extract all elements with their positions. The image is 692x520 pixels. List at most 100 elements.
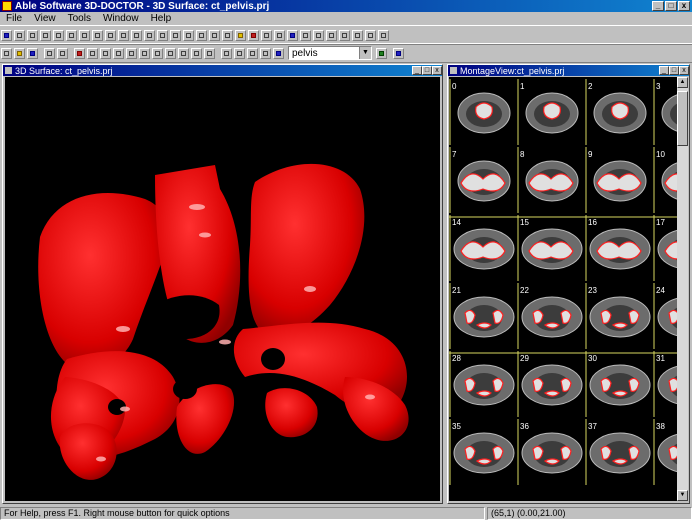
- montage-slice[interactable]: 36: [517, 419, 583, 485]
- volume-icon[interactable]: [100, 47, 111, 59]
- cut-icon[interactable]: [44, 47, 55, 59]
- child-maximize-button[interactable]: □: [422, 66, 432, 75]
- montage-slice[interactable]: 24: [653, 283, 678, 349]
- tool-move-icon[interactable]: [66, 29, 77, 41]
- menu-tools[interactable]: Tools: [62, 13, 97, 24]
- vertical-scrollbar[interactable]: ▲ ▼: [677, 77, 688, 501]
- montage-slice[interactable]: 17: [653, 215, 678, 281]
- montage-slice[interactable]: 31: [653, 351, 678, 417]
- montage-slice[interactable]: 22: [517, 283, 583, 349]
- animate-icon[interactable]: [247, 47, 258, 59]
- montage-slice[interactable]: 16: [585, 215, 651, 281]
- scroll-thumb[interactable]: [677, 91, 688, 146]
- tool-calc-icon[interactable]: [300, 29, 311, 41]
- layer-icon[interactable]: [273, 47, 284, 59]
- reset-view-icon[interactable]: [191, 47, 202, 59]
- tool-grid-icon[interactable]: [261, 29, 272, 41]
- tool-delete-icon[interactable]: [183, 29, 194, 41]
- copy-icon[interactable]: [57, 47, 68, 59]
- tool-flip-icon[interactable]: [92, 29, 103, 41]
- montage-slice[interactable]: 15: [517, 215, 583, 281]
- montage-slice[interactable]: 35: [449, 419, 515, 485]
- montage-slice[interactable]: 29: [517, 351, 583, 417]
- montage-slice[interactable]: 3: [653, 79, 678, 145]
- montage-slice[interactable]: 38: [653, 419, 678, 485]
- tool-measure-icon[interactable]: [118, 29, 129, 41]
- tool-stack-icon[interactable]: [352, 29, 363, 41]
- save-disk-icon[interactable]: [27, 47, 38, 59]
- rotate-up-icon[interactable]: [139, 47, 150, 59]
- menu-file[interactable]: File: [0, 13, 28, 24]
- app-icon[interactable]: [2, 1, 12, 11]
- montage-slice[interactable]: 2: [585, 79, 647, 145]
- rotate-down-icon[interactable]: [152, 47, 163, 59]
- montage-close-button[interactable]: x: [679, 66, 689, 75]
- arrow-up-icon[interactable]: [178, 47, 189, 59]
- montage-minimize-button[interactable]: _: [659, 66, 669, 75]
- rotate-right-icon[interactable]: [126, 47, 137, 59]
- montage-slice[interactable]: 1: [517, 79, 579, 145]
- help-pointer-icon[interactable]: [393, 47, 404, 59]
- object-settings-icon[interactable]: [376, 47, 387, 59]
- tool-zoom-in-icon[interactable]: [365, 29, 376, 41]
- tool-line-icon[interactable]: [14, 29, 25, 41]
- tool-histogram-icon[interactable]: [339, 29, 350, 41]
- tool-crop-icon[interactable]: [105, 29, 116, 41]
- tool-zoom-out-icon[interactable]: [378, 29, 389, 41]
- montage-slice[interactable]: 7: [449, 147, 511, 213]
- child-minimize-button[interactable]: _: [412, 66, 422, 75]
- tool-polygon-icon[interactable]: [53, 29, 64, 41]
- menu-window[interactable]: Window: [97, 13, 145, 24]
- open-folder-icon[interactable]: [14, 47, 25, 59]
- montage-slice[interactable]: 9: [585, 147, 647, 213]
- snapshot-icon[interactable]: [234, 47, 245, 59]
- tool-ellipse-icon[interactable]: [40, 29, 51, 41]
- tool-select-icon[interactable]: [1, 29, 12, 41]
- montage-maximize-button[interactable]: □: [669, 66, 679, 75]
- tool-text-icon[interactable]: [313, 29, 324, 41]
- child-close-button[interactable]: x: [432, 66, 442, 75]
- montage-slice[interactable]: 8: [517, 147, 579, 213]
- tool-brush-icon[interactable]: [209, 29, 220, 41]
- tool-region-icon[interactable]: [287, 29, 298, 41]
- window-icon[interactable]: [5, 67, 12, 74]
- tool-rect-icon[interactable]: [27, 29, 38, 41]
- chevron-down-icon[interactable]: ▼: [359, 47, 371, 59]
- montage-slice[interactable]: 28: [449, 351, 515, 417]
- movie-icon[interactable]: [260, 47, 271, 59]
- tool-gray-icon[interactable]: [274, 29, 285, 41]
- tool-filter-icon[interactable]: [326, 29, 337, 41]
- arrow-down-icon[interactable]: [165, 47, 176, 59]
- mesh-icon[interactable]: [204, 47, 215, 59]
- tool-pan-icon[interactable]: [144, 29, 155, 41]
- tool-zoom-icon[interactable]: [131, 29, 142, 41]
- window-icon[interactable]: [450, 67, 457, 74]
- montage-grid[interactable]: 0 1 2 3 7 8 9 10 14 15 16 17 21 22 23 24 28 29 30 31 35 36 37 3…: [449, 77, 678, 501]
- camera-icon[interactable]: [221, 47, 232, 59]
- tool-color-icon[interactable]: [248, 29, 259, 41]
- surface-icon[interactable]: [87, 47, 98, 59]
- montage-slice[interactable]: 37: [585, 419, 651, 485]
- close-button[interactable]: x: [678, 1, 690, 11]
- montage-slice[interactable]: 23: [585, 283, 651, 349]
- menu-view[interactable]: View: [28, 13, 62, 24]
- render-icon[interactable]: [74, 47, 85, 59]
- rotate-left-icon[interactable]: [113, 47, 124, 59]
- surface-viewport[interactable]: [5, 77, 440, 501]
- tool-fill-icon[interactable]: [196, 29, 207, 41]
- montage-slice[interactable]: 30: [585, 351, 651, 417]
- dataset-dropdown[interactable]: pelvis ▼: [288, 46, 372, 60]
- menu-help[interactable]: Help: [145, 13, 178, 24]
- tool-light-icon[interactable]: [235, 29, 246, 41]
- montage-slice[interactable]: 10: [653, 147, 678, 213]
- montage-slice[interactable]: 0: [449, 79, 511, 145]
- tool-contour-icon[interactable]: [157, 29, 168, 41]
- tool-rotate-icon[interactable]: [79, 29, 90, 41]
- montage-window[interactable]: MontageView:ct_pelvis.prj _ □ x 01237891…: [447, 64, 690, 504]
- surface-window[interactable]: 3D Surface: ct_pelvis.prj _ □ x: [2, 64, 443, 504]
- scroll-up-icon[interactable]: ▲: [677, 77, 688, 88]
- maximize-button[interactable]: □: [665, 1, 677, 11]
- tool-edit-icon[interactable]: [170, 29, 181, 41]
- tool-erase-icon[interactable]: [222, 29, 233, 41]
- montage-slice[interactable]: 14: [449, 215, 515, 281]
